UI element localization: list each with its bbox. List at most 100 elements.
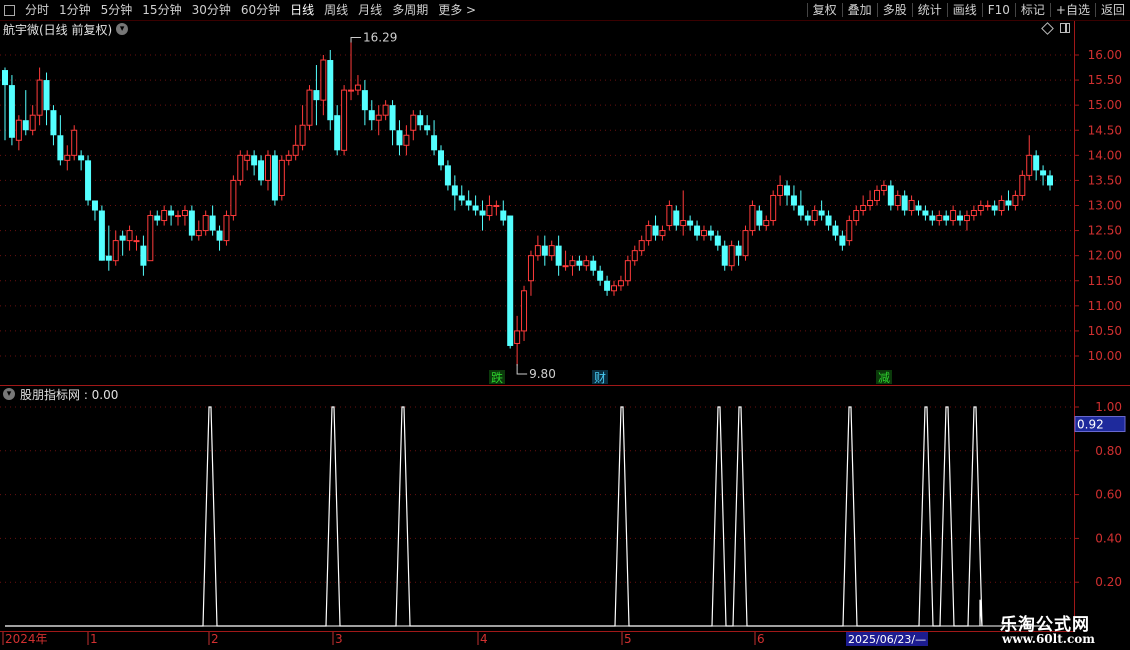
chevron-down-icon[interactable]: ▾ <box>116 23 129 35</box>
date-label: 1 <box>90 632 98 646</box>
candle-body-down <box>2 70 8 86</box>
candle-body-down <box>458 195 465 201</box>
candle-body-up <box>285 154 292 161</box>
candle-body-up <box>638 240 645 252</box>
candle-body-up <box>278 159 285 196</box>
candle-body-down <box>91 200 98 211</box>
candle-body-down <box>818 210 825 216</box>
candle-body-up <box>860 205 867 212</box>
candle-body-up <box>126 230 133 242</box>
candle-body-down <box>1005 200 1012 206</box>
event-marker: 财 <box>594 371 606 385</box>
candle-body-up <box>202 215 209 232</box>
candle-body-down <box>991 205 998 211</box>
candle-body-down <box>597 270 604 281</box>
candle-body-up <box>908 199 915 212</box>
indicator-tick-label: 0.20 <box>1095 575 1122 589</box>
current-value-tag: 0.92 <box>1077 418 1104 432</box>
candle-body-up <box>770 194 777 222</box>
price-tick-label: 16.00 <box>1088 48 1122 62</box>
candle-body-down <box>8 85 15 138</box>
candle-body-up <box>223 215 230 242</box>
price-tick-label: 11.50 <box>1088 274 1122 288</box>
candle-body-down <box>901 195 908 211</box>
candle-body-up <box>631 250 638 262</box>
candle-body-up <box>348 89 355 92</box>
candle-body-down <box>313 90 320 101</box>
candle-body-up <box>244 154 251 161</box>
candle-body-up <box>867 199 874 207</box>
candle-body-down <box>756 210 763 226</box>
candle-body-down <box>98 210 105 261</box>
candle-body-down <box>451 185 458 196</box>
candle-body-down <box>78 155 85 161</box>
candle-body-down <box>424 125 431 131</box>
candle-body-up <box>195 230 202 237</box>
candle-body-down <box>154 215 161 221</box>
candle-body-down <box>652 225 659 236</box>
candle-body-up <box>36 79 43 116</box>
candle-body-down <box>140 245 147 266</box>
chevron-down-icon[interactable]: ▾ <box>3 388 15 400</box>
watermark-logo: 乐淘公式网 www.60lt.com <box>990 606 1130 650</box>
candle-body-up <box>264 154 271 181</box>
candle-body-up <box>71 129 78 156</box>
candle-body-down <box>707 230 714 236</box>
candle-body-down <box>479 210 486 216</box>
candle-body-down <box>444 165 451 186</box>
candle-body-down <box>604 280 611 291</box>
candle-body-down <box>334 115 341 151</box>
candle-body-down <box>85 160 92 201</box>
stock-title: 航宇微(日线 前复权) <box>3 22 113 37</box>
candle-body-down <box>417 115 424 126</box>
candle-body-up <box>873 189 880 201</box>
date-label: 6 <box>757 632 765 646</box>
candle-body-up <box>133 240 140 243</box>
low-price-label: 9.80 <box>529 367 556 381</box>
candle-body-down <box>209 215 216 231</box>
kline-chart[interactable]: 16.00 15.50 15.00 14.50 14.00 13.50 13.00 12.50… <box>0 0 1130 650</box>
low-pointer <box>516 364 528 375</box>
candle-body-up <box>777 184 784 196</box>
candle-body-up <box>534 245 541 257</box>
candle-body-up <box>970 210 977 217</box>
candle-body-up <box>984 205 991 207</box>
price-tick-label: 14.00 <box>1088 148 1122 162</box>
candle-body-up <box>763 220 770 227</box>
candle-body-up <box>521 290 528 332</box>
candle-body-up <box>15 119 22 141</box>
candle-body-up <box>977 205 984 212</box>
candle-body-down <box>832 225 839 236</box>
candle-body-down <box>168 210 175 216</box>
candle-body-down <box>735 245 742 256</box>
chart-title-bar: 航宇微(日线 前复权) ▾ <box>0 21 129 37</box>
candle-body-up <box>112 240 119 262</box>
candle-body-down <box>825 215 832 226</box>
candle-body-up <box>147 215 154 262</box>
price-tick-label: 10.00 <box>1088 349 1122 363</box>
candle-body-up <box>1019 174 1026 196</box>
event-marker: 减 <box>878 371 890 385</box>
candle-body-down <box>929 215 936 221</box>
candle-body-down <box>555 245 562 266</box>
candle-body-up <box>894 194 901 206</box>
price-tick-label: 15.00 <box>1088 98 1122 112</box>
indicator-title-bar: ▾ 股朋指标网 : 0.00 <box>0 386 118 402</box>
panel-toggle-icon[interactable] <box>1060 23 1070 33</box>
candle-body-up <box>645 225 652 242</box>
cursor-date: 2025/06/23/— <box>848 633 926 646</box>
indicator-tick-label: 0.40 <box>1095 531 1122 545</box>
candle-body-down <box>251 155 258 166</box>
candle-body-up <box>237 154 244 181</box>
candle-body-down <box>797 205 804 216</box>
candle-body-down <box>673 210 680 226</box>
price-tick-label: 10.50 <box>1088 324 1122 338</box>
candle-body-up <box>230 179 237 217</box>
candle-body-up <box>161 210 168 222</box>
candle-body-down <box>500 210 507 221</box>
candle-body-down <box>507 215 514 346</box>
candle-body-up <box>410 114 417 131</box>
candle-body-up <box>624 260 631 282</box>
candle-body-down <box>922 210 929 216</box>
candle-body-down <box>119 235 126 241</box>
